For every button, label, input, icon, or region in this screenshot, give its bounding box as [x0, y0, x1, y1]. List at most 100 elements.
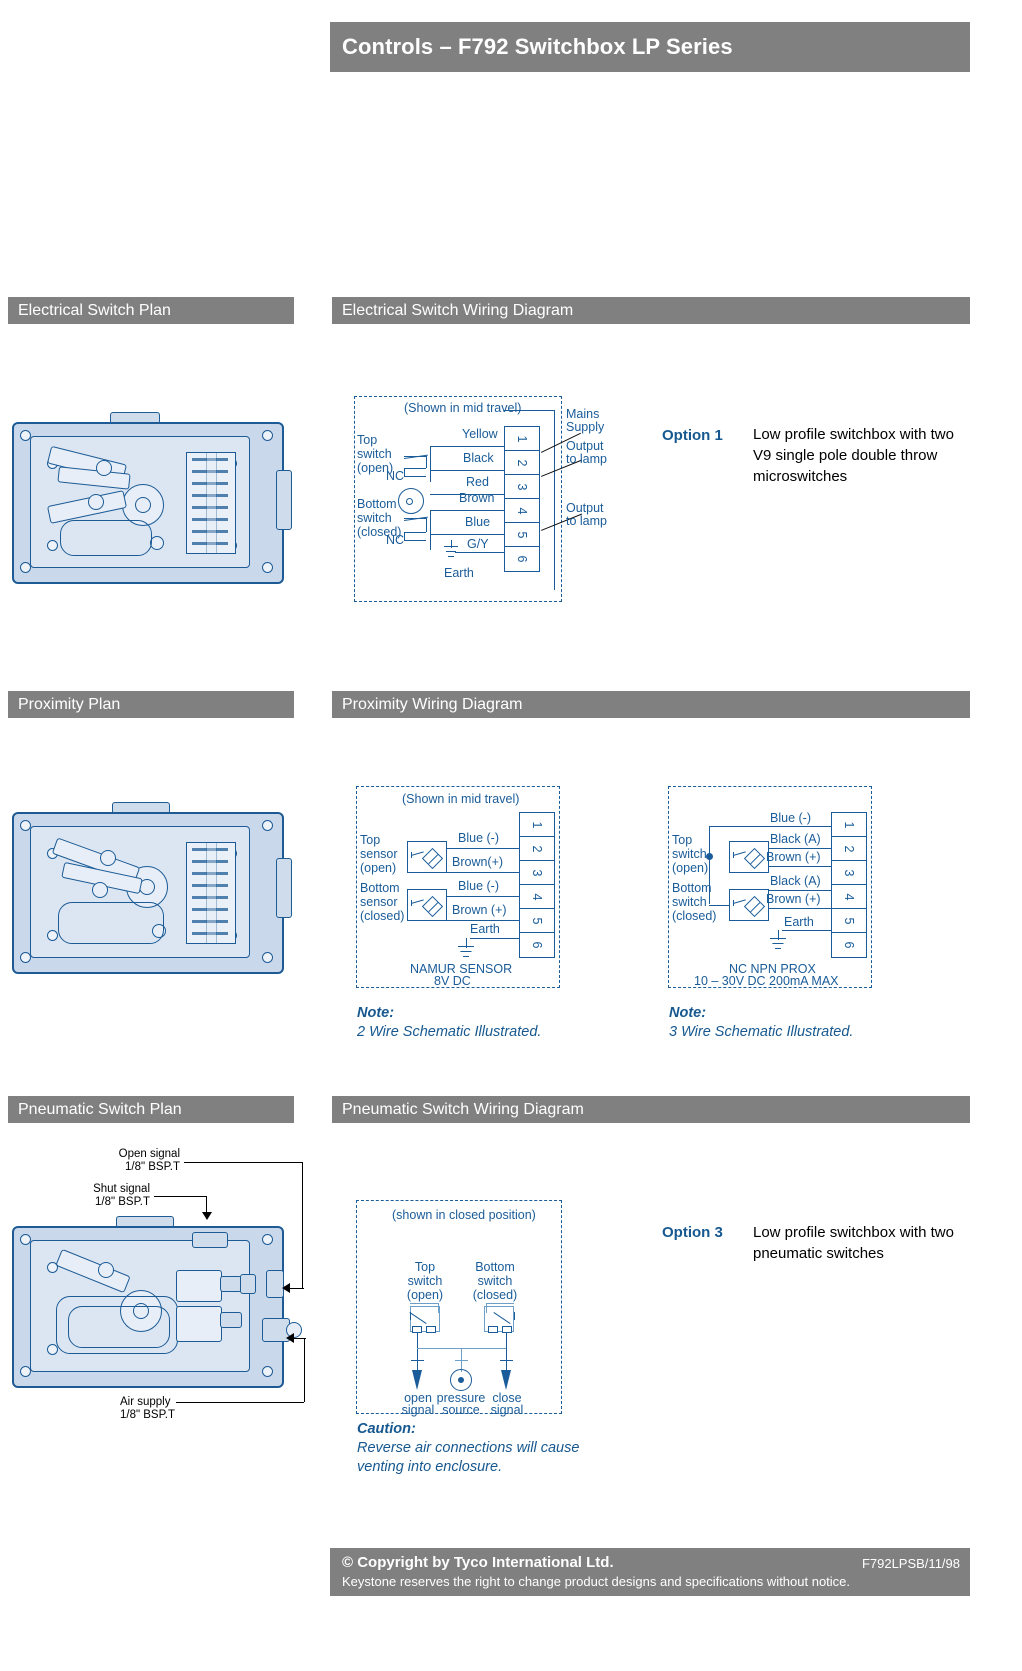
proximity3-note: Note: 3 Wire Schematic Illustrated.: [669, 1004, 853, 1042]
electrical-wire-brown: Brown: [459, 491, 495, 505]
proximity3-terminal-strip: 1 2 3 4 5 6: [831, 812, 867, 958]
terminal-cell: 2: [520, 837, 554, 861]
electrical-callout-mains-line2: Supply: [566, 420, 605, 434]
pneumatic-open-arrow: [412, 1370, 422, 1390]
page-header: Controls – F792 Switchbox LP Series: [330, 22, 970, 72]
option-1-number: Option 1: [662, 427, 723, 444]
electrical-top-switch-line1: Top: [357, 433, 378, 447]
proximity3-bottom-line1: Bottom: [672, 881, 712, 895]
proximity2-wire-1: Blue (-): [458, 831, 499, 845]
proximity2-top-line3: (open): [360, 861, 397, 875]
pneumatic-caution-body: Reverse air connections will cause venti…: [357, 1440, 580, 1475]
section-label: Pneumatic Switch Wiring Diagram: [342, 1100, 584, 1118]
proximity3-wire-3: Brown (+): [766, 850, 821, 864]
pneumatic-bottom-line3: (closed): [472, 1288, 518, 1302]
electrical-terminal-strip: 1 2 3 4 5 6: [504, 426, 540, 572]
proximity3-top-line3: (open): [672, 861, 709, 875]
section-label: Electrical Switch Wiring Diagram: [342, 301, 574, 319]
terminal-cell: 1: [520, 813, 554, 837]
electrical-callout-output2-line2: to lamp: [566, 514, 607, 528]
proximity3-note-body: 3 Wire Schematic Illustrated.: [669, 1024, 854, 1040]
proximity3-note-title: Note:: [669, 1005, 707, 1021]
terminal-cell: 6: [842, 941, 856, 949]
electrical-top-switch-line2: switch: [357, 447, 392, 461]
proximity3-wire-4: Black (A): [770, 874, 821, 888]
section-header-pneumatic-wiring: Pneumatic Switch Wiring Diagram: [332, 1096, 970, 1123]
proximity2-bottom-line2: sensor: [360, 895, 398, 909]
terminal-cell: 4: [832, 885, 866, 909]
electrical-bottom-switch-line1: Bottom: [357, 497, 397, 511]
proximity3-earth-symbol: [767, 938, 789, 952]
pneumatic-callout-shut-line2: 1/8" BSP.T: [94, 1196, 150, 1208]
terminal-cell: 4: [520, 885, 554, 909]
option-1-description: Low profile switchbox with two V9 single…: [753, 426, 954, 485]
page-footer: © Copyright by Tyco International Ltd. F…: [330, 1548, 970, 1596]
proximity2-bottom-line3: (closed): [360, 909, 405, 923]
option-3-number: Option 3: [662, 1224, 723, 1241]
electrical-wire-red: Red: [466, 475, 489, 489]
electrical-wire-black: Black: [463, 451, 494, 465]
pneumatic-close-arrow: [501, 1370, 511, 1390]
electrical-nc-bottom-label: NC: [386, 533, 405, 547]
terminal-cell: 3: [832, 861, 866, 885]
proximity2-bottom-line1: Bottom: [360, 881, 400, 895]
proximity2-caption: (Shown in mid travel): [402, 792, 520, 806]
pneumatic-pressure-dot: [458, 1377, 464, 1383]
electrical-earth-symbol: [440, 546, 462, 560]
electrical-earth-label: Earth: [444, 566, 474, 580]
proximity2-spec-line2: 8V DC: [434, 974, 471, 988]
pneumatic-bottom-line2: switch: [477, 1274, 513, 1288]
proximity2-earth-label: Earth: [470, 922, 500, 936]
pneumatic-callout-air-line2: 1/8" BSP.T: [120, 1409, 176, 1421]
proximity2-note-title: Note:: [357, 1005, 395, 1021]
proximity3-earth-label: Earth: [784, 915, 814, 929]
pneumatic-port-close-line2: signal: [490, 1403, 524, 1417]
terminal-cell: 3: [520, 861, 554, 885]
proximity2-terminal-strip: 1 2 3 4 5 6: [519, 812, 555, 958]
section-label: Proximity Wiring Diagram: [342, 695, 523, 713]
terminal-cell: 2: [505, 451, 539, 475]
proximity3-bottom-line2: switch: [672, 895, 707, 909]
electrical-wire-blue: Blue: [465, 515, 491, 529]
terminal-cell: 6: [515, 555, 529, 563]
electrical-wire-gy: G/Y: [467, 537, 489, 551]
electrical-nc-top-label: NC: [386, 469, 405, 483]
terminal-cell: 1: [832, 813, 866, 837]
proximity2-top-line2: sensor: [360, 847, 398, 861]
pneumatic-callout-air-line1: Air supply: [120, 1396, 171, 1408]
proximity2-note-body: 2 Wire Schematic Illustrated.: [357, 1024, 542, 1040]
electrical-callout-output1-line2: to lamp: [566, 452, 607, 466]
footer-disclaimer: Keystone reserves the right to change pr…: [342, 1574, 851, 1589]
proximity3-bottom-line3: (closed): [672, 909, 717, 923]
pneumatic-caution: Caution: Reverse air connections will ca…: [357, 1420, 617, 1477]
terminal-cell: 4: [505, 499, 539, 523]
section-label: Pneumatic Switch Plan: [18, 1100, 182, 1118]
section-label: Proximity Plan: [18, 695, 121, 713]
proximity3-wire-5: Brown (+): [766, 892, 821, 906]
electrical-bottom-switch-line2: switch: [357, 511, 392, 525]
proximity2-earth-symbol: [455, 946, 477, 960]
terminal-cell: 1: [505, 427, 539, 451]
proximity2-note: Note: 2 Wire Schematic Illustrated.: [357, 1004, 541, 1042]
section-header-electrical-wiring: Electrical Switch Wiring Diagram: [332, 297, 970, 324]
electrical-cam-dot: [406, 498, 413, 505]
section-header-proximity-wiring: Proximity Wiring Diagram: [332, 691, 970, 718]
pneumatic-callout-shut-line1: Shut signal: [93, 1183, 150, 1195]
proximity3-spec-line2: 10 – 30V DC 200mA MAX: [694, 974, 839, 988]
section-header-electrical-plan: Electrical Switch Plan: [8, 297, 294, 324]
option-3-description: Low profile switchbox with two pneumatic…: [753, 1224, 954, 1262]
electrical-wire-yellow: Yellow: [462, 427, 498, 441]
terminal-cell: 2: [832, 837, 866, 861]
footer-document-code: F792LPSB/11/98: [861, 1556, 960, 1571]
pneumatic-caution-title: Caution:: [357, 1421, 416, 1437]
section-label: Electrical Switch Plan: [18, 301, 171, 319]
terminal-cell: 3: [505, 475, 539, 499]
terminal-cell: 5: [520, 909, 554, 933]
pneumatic-caption: (shown in closed position): [392, 1208, 536, 1222]
proximity3-top-line1: Top: [672, 833, 693, 847]
pneumatic-port-pressure-line2: source: [442, 1403, 480, 1417]
pneumatic-callout-open-line1: Open signal: [118, 1148, 180, 1160]
proximity3-top-line2: switch: [672, 847, 707, 861]
footer-copyright: © Copyright by Tyco International Ltd.: [342, 1554, 614, 1571]
pneumatic-top-line2: switch: [407, 1274, 443, 1288]
